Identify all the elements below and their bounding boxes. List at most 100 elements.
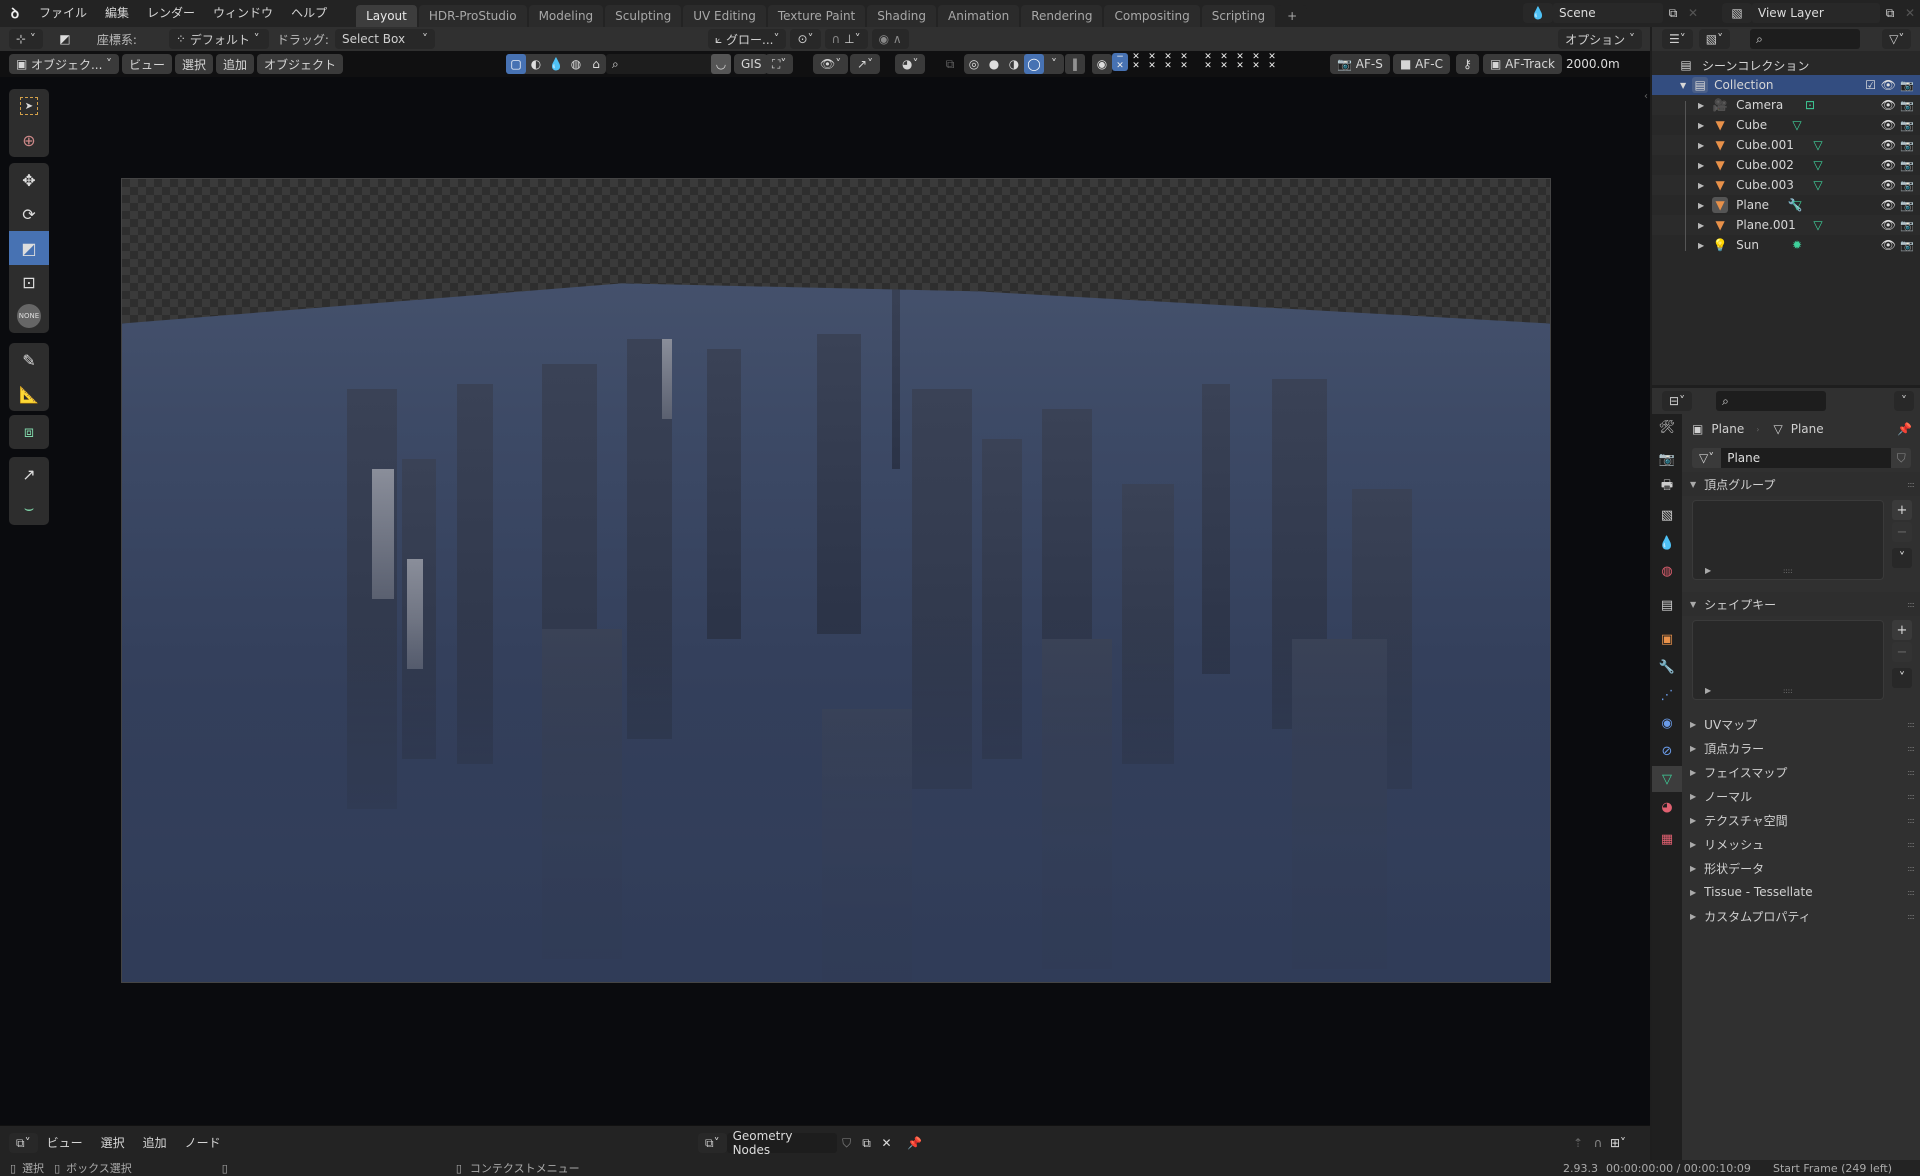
property-section[interactable]: ▶ リメッシュ:::: [1682, 832, 1920, 856]
proportional-toggle[interactable]: ◉ ∧ [871, 29, 909, 49]
tab-tool[interactable]: 🛠 [1652, 414, 1682, 440]
add-cube-tool[interactable]: ⧈ [9, 415, 49, 449]
properties-search-input[interactable]: ⌕ [1716, 391, 1827, 411]
node-tree-name-field[interactable]: Geometry Nodes [726, 1129, 837, 1157]
gis-menu[interactable]: GIS [734, 54, 769, 74]
tab-compositing[interactable]: Compositing [1104, 5, 1200, 27]
fake-user-icon[interactable]: ⛉ [837, 1133, 857, 1153]
expand-arrow-icon[interactable]: ▶ [1698, 181, 1704, 190]
viewport-menu-add[interactable]: 追加 [216, 54, 255, 74]
drag-grip-icon[interactable]: :::: [1907, 720, 1915, 729]
new-view-layer-icon[interactable]: ⧉ [1880, 3, 1900, 23]
snap-icon[interactable]: ∩ [1588, 1133, 1608, 1153]
mesh-browse-dropdown[interactable]: ▽ ˅ [1692, 448, 1722, 468]
node-menu-select[interactable]: 選択 [92, 1130, 134, 1157]
tab-modifiers[interactable]: 🔧 [1652, 654, 1682, 680]
list-resize-grip-icon[interactable]: :::: [1783, 567, 1792, 575]
transform-tool[interactable]: ⊡ [9, 265, 49, 299]
af-point-icon[interactable]: ✕ ✕ [1264, 53, 1280, 71]
tab-rendering[interactable]: Rendering [1021, 5, 1103, 27]
wireframe-shading-icon[interactable]: ◎ [964, 54, 984, 74]
render-camera-icon[interactable]: 📷 [1900, 219, 1914, 232]
list-expand-icon[interactable]: ▶ [1705, 566, 1711, 575]
move-tool[interactable]: ✥ [9, 163, 49, 197]
section-shape-keys[interactable]: ▼ シェイプキー :::: [1682, 592, 1920, 616]
measure-tool[interactable]: 📐 [9, 377, 49, 411]
tab-scripting[interactable]: Scripting [1201, 5, 1276, 27]
af-point-icon[interactable]: ✕ ✕ [1232, 53, 1248, 71]
property-section[interactable]: ▶ カスタムプロパティ:::: [1682, 904, 1920, 928]
expand-arrow-icon[interactable]: ▶ [1698, 141, 1704, 150]
property-section[interactable]: ▶ テクスチャ空間:::: [1682, 808, 1920, 832]
remove-vertex-group-button[interactable]: − [1892, 522, 1912, 542]
mesh-data-icon[interactable]: ▽ [1810, 177, 1826, 193]
snap-toggle[interactable]: ∩ ⊥ ˅ [824, 29, 868, 49]
parent-node-icon[interactable]: ⇡ [1568, 1133, 1588, 1153]
menu-edit[interactable]: 編集 [96, 0, 138, 27]
material-shading-icon[interactable]: ◑ [1004, 54, 1024, 74]
snap-mode-icon[interactable]: ⊞˅ [1608, 1133, 1628, 1153]
tab-uv-editing[interactable]: UV Editing [683, 5, 766, 27]
shading-options-icon[interactable]: ˅ [1044, 54, 1064, 74]
section-vertex-groups[interactable]: ▼ 頂点グループ :::: [1682, 472, 1920, 496]
af-point-icon[interactable]: ✕ ✕ [1216, 53, 1232, 71]
cursor-tool[interactable]: ⊕ [9, 123, 49, 157]
render-camera-icon[interactable]: 📷 [1900, 99, 1914, 112]
duplicate-icon[interactable]: ⧉ [857, 1133, 877, 1153]
display-mode-dropdown[interactable]: ▧ ˅ [1698, 29, 1731, 49]
node-menu-view[interactable]: ビュー [38, 1130, 92, 1157]
af-track-button[interactable]: ▣ AF-Track [1483, 54, 1562, 74]
outliner-object-row[interactable]: ▶ ▼ Plane.001 ▽ 👁 📷 [1652, 215, 1920, 235]
remove-shape-key-button[interactable]: − [1892, 642, 1912, 662]
render-camera-icon[interactable]: 📷 [1900, 79, 1914, 92]
expand-arrow-icon[interactable]: ▶ [1698, 121, 1704, 130]
property-section[interactable]: ▶ ノーマル:::: [1682, 784, 1920, 808]
list-expand-icon[interactable]: ▶ [1705, 686, 1711, 695]
render-camera-icon[interactable]: 📷 [1900, 179, 1914, 192]
node-menu-node[interactable]: ノード [176, 1130, 230, 1157]
camera-view-icon[interactable]: ◉ [1092, 54, 1112, 74]
select-box-tool[interactable]: ➤ [9, 89, 49, 123]
solid-shading-icon[interactable]: ● [984, 54, 1004, 74]
viewport-menu-object[interactable]: オブジェクト [257, 54, 344, 74]
af-point-icon[interactable]: ✕ ✕ [1248, 53, 1264, 71]
blender-logo-icon[interactable]: ꝺ [0, 4, 30, 23]
menu-render[interactable]: レンダー [138, 0, 204, 27]
menu-file[interactable]: ファイル [30, 0, 96, 27]
af-point-icon[interactable]: ✕ ✕ [1128, 53, 1144, 71]
outliner-object-row[interactable]: ▶ ▼ Cube.001 ▽ 👁 📷 [1652, 135, 1920, 155]
collapse-arrow-icon[interactable]: ▼ [1680, 81, 1686, 90]
tab-layout[interactable]: Layout [356, 5, 417, 27]
delete-view-layer-icon[interactable]: ✕ [1900, 3, 1920, 23]
coord-system-dropdown[interactable]: ⁘ デフォルト ˅ [168, 29, 269, 49]
exclude-checkbox[interactable]: ☑ [1865, 78, 1876, 92]
render-camera-icon[interactable]: 📷 [1900, 119, 1914, 132]
af-point-icon[interactable]: − ✕ [1112, 53, 1128, 71]
render-camera-icon[interactable]: 📷 [1900, 199, 1914, 212]
sidebar-toggle-icon[interactable]: ‹ [1644, 91, 1648, 102]
scale-tool[interactable]: ◩ [9, 231, 49, 265]
xray-toggle-icon[interactable]: ⧉ [940, 54, 960, 74]
gis-tools-dropdown[interactable]: ⛶ ˅ [765, 54, 794, 74]
mesh-data-icon[interactable]: ▽ [1810, 217, 1826, 233]
vertex-curve-tool[interactable]: ⌣ [9, 491, 49, 525]
shape-key-list[interactable]: ▶ :::: [1692, 620, 1884, 700]
outliner-object-row[interactable]: ▶ ▼ Cube.003 ▽ 👁 📷 [1652, 175, 1920, 195]
world-filter-icon[interactable]: ◍ [566, 54, 586, 74]
view-layer-name-field[interactable]: View Layer [1752, 3, 1880, 23]
mesh-data-icon[interactable]: ▽ [1810, 157, 1826, 173]
material-filter-icon[interactable]: ◐ [526, 54, 546, 74]
visibility-eye-icon[interactable]: 👁 [1881, 238, 1896, 252]
visibility-eye-icon[interactable]: 👁 [1881, 138, 1896, 152]
pin-icon[interactable]: 📌 [905, 1133, 925, 1153]
mesh-name-field[interactable]: Plane [1721, 448, 1892, 468]
overlay-dropdown[interactable]: ◕ ˅ [895, 54, 926, 74]
visibility-eye-icon[interactable]: 👁 [1881, 178, 1896, 192]
tab-scene[interactable]: 💧 [1652, 530, 1682, 556]
3d-viewport[interactable]: ▣ オブジェク... ˅ ビュー 選択 追加 オブジェクト ▢ ◐ 💧 ◍ ⌂ ⌕ … [0, 51, 1650, 1125]
viewport-menu-view[interactable]: ビュー [122, 54, 173, 74]
expand-arrow-icon[interactable]: ▶ [1698, 161, 1704, 170]
menu-window[interactable]: ウィンドウ [204, 0, 282, 27]
expand-arrow-icon[interactable]: ▶ [1698, 201, 1704, 210]
visibility-eye-icon[interactable]: 👁 [1881, 78, 1896, 92]
